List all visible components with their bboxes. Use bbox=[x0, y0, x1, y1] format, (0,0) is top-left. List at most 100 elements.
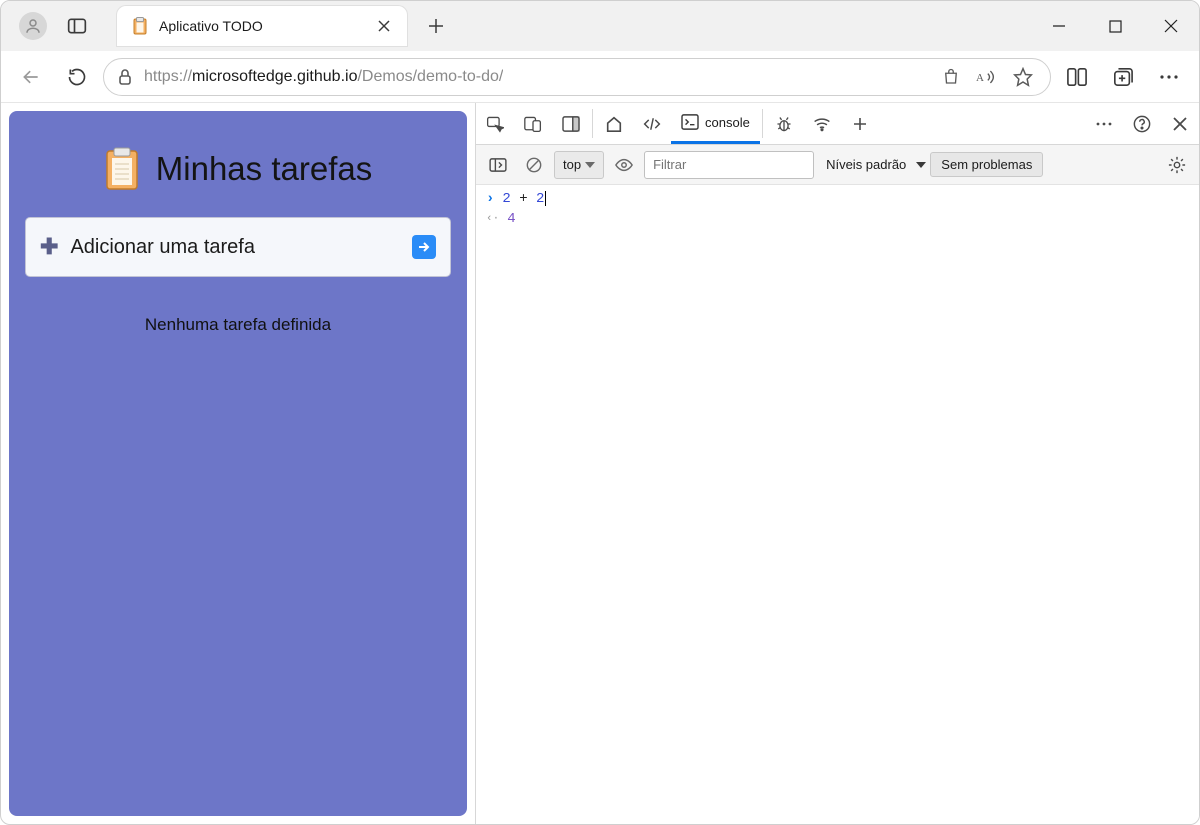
log-levels-selector[interactable]: Níveis padrão bbox=[826, 157, 926, 172]
read-aloud-button[interactable]: A bbox=[972, 62, 1002, 92]
separator bbox=[762, 109, 763, 138]
add-task-input[interactable]: ✚ Adicionar uma tarefa bbox=[25, 217, 451, 277]
tab-network[interactable] bbox=[803, 103, 841, 144]
toggle-sidebar-button[interactable] bbox=[482, 150, 514, 180]
expr-token-1: + bbox=[519, 191, 527, 207]
window-controls bbox=[1031, 1, 1199, 51]
inspect-icon bbox=[486, 115, 504, 133]
user-icon bbox=[24, 17, 42, 35]
collections-button[interactable] bbox=[1103, 57, 1143, 97]
panel-icon bbox=[67, 17, 87, 35]
console-input-line: › 2 + 2 bbox=[486, 189, 1189, 209]
back-button[interactable] bbox=[11, 57, 51, 97]
favorite-button[interactable] bbox=[1008, 62, 1038, 92]
expr-token-0: 2 bbox=[502, 191, 510, 207]
console-body[interactable]: › 2 + 2 ‹· 4 bbox=[476, 185, 1199, 824]
site-info-button[interactable] bbox=[116, 68, 134, 86]
console-output-line: ‹· 4 bbox=[486, 209, 1189, 229]
home-icon bbox=[605, 115, 623, 133]
filter-input[interactable] bbox=[644, 151, 814, 179]
issues-label: Sem problemas bbox=[941, 157, 1032, 172]
maximize-icon bbox=[1109, 20, 1122, 33]
add-task-placeholder: Adicionar uma tarefa bbox=[70, 236, 255, 259]
clipboard-icon bbox=[132, 17, 148, 35]
inspect-element-button[interactable] bbox=[476, 103, 514, 144]
browser-tab[interactable]: Aplicativo TODO bbox=[117, 6, 407, 46]
console-input-expression[interactable]: 2 + 2 bbox=[502, 191, 546, 207]
tab-console-label: console bbox=[705, 115, 750, 130]
devtools-more-button[interactable] bbox=[1085, 121, 1123, 127]
add-tab-button[interactable] bbox=[841, 103, 879, 144]
arrow-left-icon bbox=[21, 67, 41, 87]
tab-welcome[interactable] bbox=[595, 103, 633, 144]
split-screen-button[interactable] bbox=[1057, 57, 1097, 97]
expr-token-2: 2 bbox=[536, 191, 544, 207]
star-icon bbox=[1013, 67, 1033, 87]
collections-icon bbox=[1112, 67, 1134, 87]
wifi-icon bbox=[813, 116, 831, 132]
log-levels-label: Níveis padrão bbox=[826, 157, 906, 172]
devtools-tabs: console bbox=[476, 103, 1199, 145]
new-tab-button[interactable] bbox=[421, 11, 451, 41]
code-icon bbox=[643, 116, 661, 132]
plus-icon bbox=[853, 117, 867, 131]
tab-actions-button[interactable] bbox=[65, 14, 89, 38]
split-screen-icon bbox=[1066, 67, 1088, 87]
app-heading: Minhas tarefas bbox=[25, 147, 451, 191]
tab-issues[interactable] bbox=[765, 103, 803, 144]
tab-title: Aplicativo TODO bbox=[159, 18, 363, 34]
app-pane: Minhas tarefas ✚ Adicionar uma tarefa Ne… bbox=[1, 103, 475, 824]
shopping-button[interactable] bbox=[936, 62, 966, 92]
browser-window: Aplicativo TODO bbox=[0, 0, 1200, 825]
context-label: top bbox=[563, 157, 581, 172]
dock-side-button[interactable] bbox=[552, 103, 590, 144]
arrow-right-icon bbox=[417, 240, 431, 254]
plus-icon: ✚ bbox=[40, 234, 58, 260]
output-chevron-icon: ‹· bbox=[486, 213, 499, 225]
close-icon bbox=[1173, 117, 1187, 131]
maximize-button[interactable] bbox=[1087, 1, 1143, 51]
dots-icon bbox=[1159, 73, 1179, 81]
plus-icon bbox=[428, 18, 444, 34]
clipboard-icon bbox=[104, 147, 140, 191]
address-bar[interactable]: https://microsoftedge.github.io/Demos/de… bbox=[103, 58, 1051, 96]
svg-text:A: A bbox=[976, 72, 984, 84]
clear-console-button[interactable] bbox=[518, 150, 550, 180]
console-settings-button[interactable] bbox=[1161, 156, 1193, 174]
close-window-button[interactable] bbox=[1143, 1, 1199, 51]
minimize-button[interactable] bbox=[1031, 1, 1087, 51]
tab-console[interactable]: console bbox=[671, 103, 760, 144]
tab-elements[interactable] bbox=[633, 103, 671, 144]
eye-icon bbox=[615, 158, 633, 172]
live-expression-button[interactable] bbox=[608, 150, 640, 180]
console-icon bbox=[681, 114, 699, 130]
refresh-button[interactable] bbox=[57, 57, 97, 97]
url-path: /Demos/demo-to-do/ bbox=[357, 68, 503, 85]
devtools-help-button[interactable] bbox=[1123, 115, 1161, 133]
text-caret bbox=[545, 191, 546, 206]
responsive-icon bbox=[524, 115, 542, 133]
devtools-close-button[interactable] bbox=[1161, 117, 1199, 131]
bug-icon bbox=[775, 115, 793, 133]
separator bbox=[592, 109, 593, 138]
input-chevron-icon: › bbox=[486, 191, 494, 207]
device-toolbar-button[interactable] bbox=[514, 103, 552, 144]
title-bar: Aplicativo TODO bbox=[1, 1, 1199, 51]
profile-avatar[interactable] bbox=[19, 12, 47, 40]
devtools-tabs-right bbox=[1080, 103, 1199, 144]
context-selector[interactable]: top bbox=[554, 151, 604, 179]
title-bar-left bbox=[1, 12, 89, 40]
chevron-down-icon bbox=[916, 161, 926, 169]
gear-icon bbox=[1168, 156, 1186, 174]
url-host: microsoftedge.github.io bbox=[192, 68, 357, 85]
minimize-icon bbox=[1052, 19, 1066, 33]
submit-task-button[interactable] bbox=[412, 235, 436, 259]
content-area: Minhas tarefas ✚ Adicionar uma tarefa Ne… bbox=[1, 103, 1199, 824]
url-protocol: https:// bbox=[144, 68, 192, 85]
more-button[interactable] bbox=[1149, 57, 1189, 97]
tab-close-button[interactable] bbox=[373, 15, 395, 37]
read-aloud-icon: A bbox=[976, 69, 998, 85]
console-output-value: 4 bbox=[507, 211, 515, 227]
issues-button[interactable]: Sem problemas bbox=[930, 152, 1043, 177]
todo-app: Minhas tarefas ✚ Adicionar uma tarefa Ne… bbox=[9, 111, 467, 816]
